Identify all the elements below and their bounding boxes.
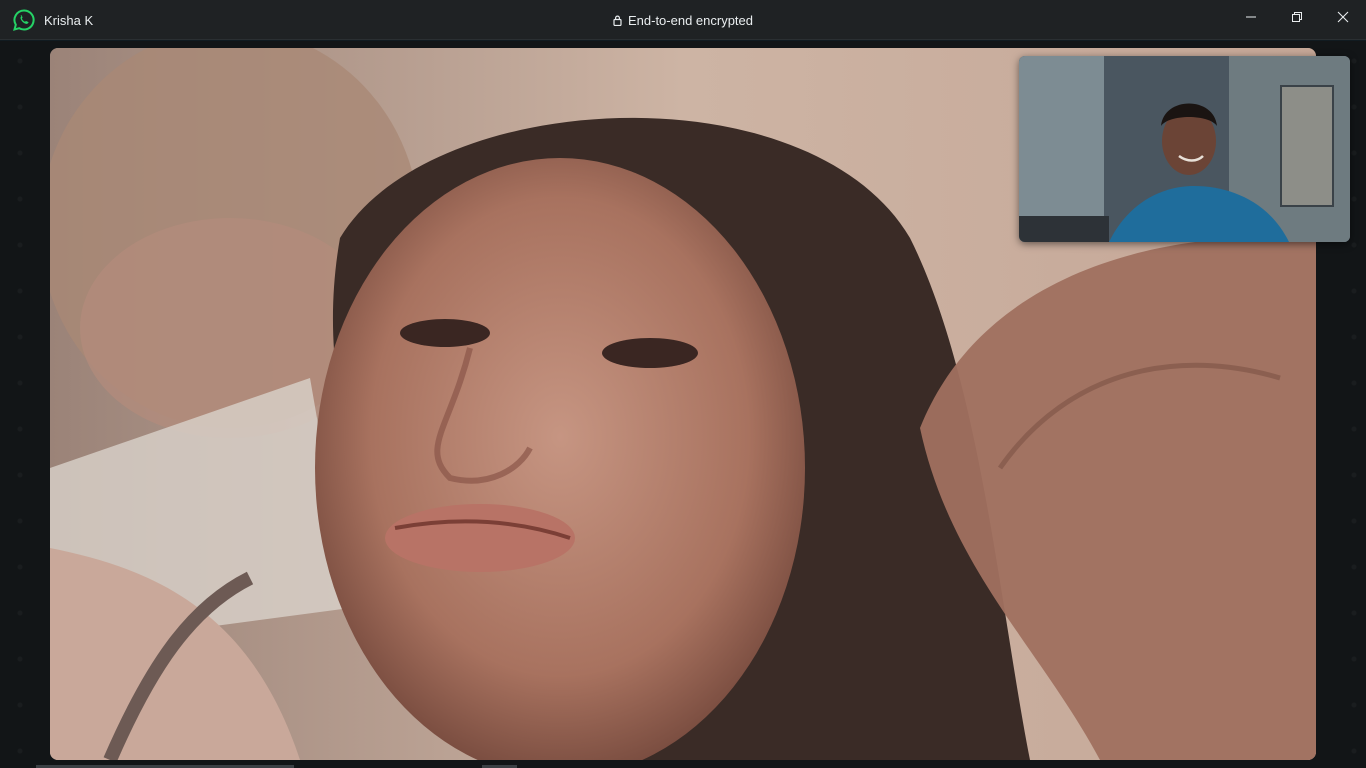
self-video-frame [1019, 56, 1350, 242]
close-icon [1337, 11, 1349, 23]
restore-icon [1292, 12, 1302, 22]
self-preview-video[interactable] [1019, 56, 1350, 242]
restore-button[interactable] [1274, 0, 1320, 34]
minimize-icon [1246, 16, 1256, 18]
encryption-label: End-to-end encrypted [627, 13, 754, 28]
lock-icon [613, 14, 622, 29]
minimize-button[interactable] [1228, 0, 1274, 34]
title-bar: Krisha K End-to-end encrypted [0, 0, 1366, 40]
encryption-status: End-to-end encrypted [0, 13, 1366, 29]
close-button[interactable] [1320, 0, 1366, 34]
